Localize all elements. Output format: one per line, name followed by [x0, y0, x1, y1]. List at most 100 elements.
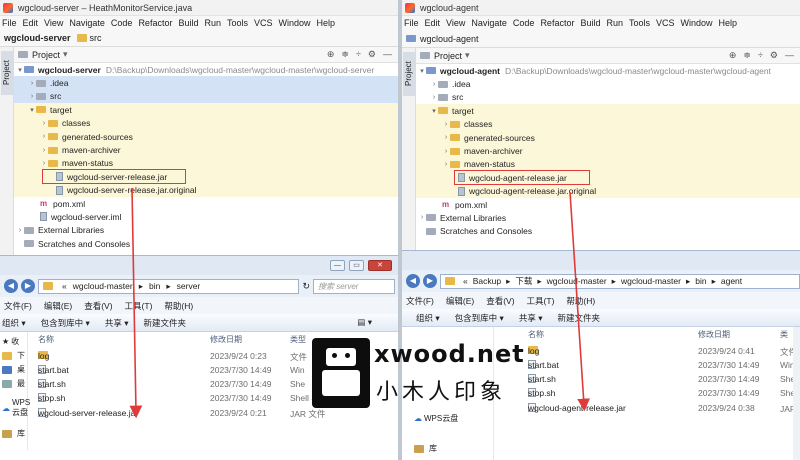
share-button[interactable]: 共享 ▾: [105, 317, 129, 329]
menu-run[interactable]: Run: [606, 18, 623, 28]
menu-file[interactable]: 文件(F): [4, 300, 32, 312]
file-row[interactable]: start.sh 2023/7/30 14:49 Shell: [524, 374, 800, 387]
menu-edit[interactable]: Edit: [23, 18, 39, 28]
tree-item-idea[interactable]: › .idea: [14, 76, 398, 90]
column-date[interactable]: 修改日期: [698, 329, 730, 340]
menu-help[interactable]: 帮助(H): [566, 295, 595, 307]
new-folder-button[interactable]: 新建文件夹: [557, 312, 600, 324]
menu-tools[interactable]: 工具(T): [527, 295, 555, 307]
file-row[interactable]: start.bat 2023/7/30 14:49 Wind: [524, 360, 800, 373]
chevron-right-icon[interactable]: ›: [442, 121, 450, 128]
tree-item-pom[interactable]: m pom.xml: [14, 197, 398, 210]
project-view-selector[interactable]: Project: [434, 51, 462, 61]
menu-refactor[interactable]: Refactor: [138, 18, 172, 28]
menu-view[interactable]: View: [44, 18, 63, 28]
menu-tools[interactable]: Tools: [227, 18, 248, 28]
menu-refactor[interactable]: Refactor: [540, 18, 574, 28]
chevron-right-icon[interactable]: ›: [430, 94, 438, 101]
chevron-down-icon[interactable]: ▾: [465, 50, 470, 61]
menu-view[interactable]: View: [446, 18, 465, 28]
tree-item-classes[interactable]: › classes: [14, 116, 398, 130]
menu-tools[interactable]: Tools: [629, 18, 650, 28]
chevron-down-icon[interactable]: ▾: [430, 107, 438, 115]
organize-button[interactable]: 组织 ▾: [416, 312, 440, 324]
column-type[interactable]: 类: [780, 329, 788, 340]
column-name[interactable]: 名称: [528, 329, 544, 340]
locate-icon[interactable]: ⊕: [327, 49, 335, 60]
menu-run[interactable]: Run: [204, 18, 221, 28]
tree-item-release-jar[interactable]: wgcloud-server-release.jar: [14, 170, 398, 184]
project-side-tab[interactable]: Project: [1, 51, 13, 95]
chevron-right-icon[interactable]: ›: [40, 120, 48, 127]
chevron-down-icon[interactable]: ▾: [418, 67, 426, 75]
chevron-down-icon[interactable]: ▾: [63, 49, 68, 60]
column-name[interactable]: 名称: [38, 334, 54, 345]
file-row[interactable]: log 2023/9/24 0:41 文件: [524, 346, 800, 359]
chevron-right-icon[interactable]: ›: [442, 148, 450, 155]
tree-item-maven-archiver[interactable]: › maven-archiver: [416, 144, 800, 158]
chevron-right-icon[interactable]: ›: [430, 81, 438, 88]
tree-item-pom[interactable]: m pom.xml: [416, 198, 800, 211]
tree-item-maven-archiver[interactable]: › maven-archiver: [14, 143, 398, 157]
tree-item-release-jar[interactable]: wgcloud-agent-release.jar: [416, 171, 800, 185]
chevron-right-icon[interactable]: ›: [16, 227, 24, 234]
gear-icon[interactable]: ⚙: [770, 50, 778, 61]
chevron-down-icon[interactable]: ▾: [16, 66, 24, 74]
nav-downloads[interactable]: 下: [2, 350, 25, 361]
column-type[interactable]: 类型: [290, 334, 306, 345]
organize-button[interactable]: 组织 ▾: [2, 317, 26, 329]
address-segment[interactable]: bin: [695, 276, 706, 286]
menu-vcs[interactable]: VCS: [656, 18, 675, 28]
chevron-right-icon[interactable]: ›: [40, 147, 48, 154]
tree-item-external-libraries[interactable]: › External Libraries: [416, 211, 800, 224]
tree-item-project-root[interactable]: ▾ wgcloud-server D:\Backup\Downloads\wgc…: [14, 63, 398, 76]
expand-icon[interactable]: ÷: [758, 50, 763, 61]
file-row[interactable]: log 2023/9/24 0:23 文件: [34, 351, 398, 364]
locate-icon[interactable]: ⊕: [729, 50, 737, 61]
menu-edit[interactable]: Edit: [425, 18, 441, 28]
vertical-scrollbar[interactable]: [793, 327, 800, 460]
address-input[interactable]: « wgcloud-master ▸ bin ▸ server: [38, 278, 300, 294]
file-row[interactable]: wgcloud-server-release.jar 2023/9/24 0:2…: [34, 408, 398, 421]
chevron-right-icon[interactable]: ›: [442, 134, 450, 141]
tree-item-src[interactable]: › src: [416, 91, 800, 104]
chevron-right-icon[interactable]: ›: [40, 160, 48, 167]
menu-build[interactable]: Build: [580, 18, 600, 28]
tree-item-maven-status[interactable]: › maven-status: [416, 157, 800, 172]
menu-navigate[interactable]: Navigate: [471, 18, 507, 28]
project-side-tab[interactable]: Project: [403, 52, 415, 96]
tree-item-maven-status[interactable]: › maven-status: [14, 156, 398, 171]
nav-wps-cloud[interactable]: ☁ WPS云盘: [414, 413, 458, 424]
column-date[interactable]: 修改日期: [210, 334, 242, 345]
address-segment[interactable]: bin: [149, 281, 160, 291]
chevron-right-icon[interactable]: ›: [418, 214, 426, 221]
chevron-down-icon[interactable]: ▾: [28, 106, 36, 114]
gear-icon[interactable]: ⚙: [368, 49, 376, 60]
menu-build[interactable]: Build: [178, 18, 198, 28]
chevron-right-icon[interactable]: ›: [28, 80, 36, 87]
menu-window[interactable]: Window: [279, 18, 311, 28]
include-library-button[interactable]: 包含到库中 ▾: [41, 317, 90, 329]
menu-file[interactable]: File: [404, 18, 419, 28]
address-segment[interactable]: wgcloud-master: [547, 276, 607, 286]
address-input[interactable]: « Backup ▸ 下载 ▸ wgcloud-master ▸ wgcloud…: [440, 273, 800, 289]
menu-help[interactable]: Help: [719, 18, 738, 28]
chevron-right-icon[interactable]: ›: [40, 133, 48, 140]
menu-help[interactable]: 帮助(H): [164, 300, 193, 312]
address-segment[interactable]: wgcloud-master: [621, 276, 681, 286]
menu-help[interactable]: Help: [317, 18, 336, 28]
search-input[interactable]: 搜索 server: [313, 278, 395, 294]
nav-recent[interactable]: 最: [2, 378, 25, 389]
close-button[interactable]: ✕: [368, 260, 392, 271]
nav-desktop[interactable]: 桌: [2, 364, 25, 375]
back-icon[interactable]: ◀: [406, 274, 420, 288]
tree-item-classes[interactable]: › classes: [416, 117, 800, 131]
tree-item-generated-sources[interactable]: › generated-sources: [416, 130, 800, 145]
address-segment[interactable]: wgcloud-master: [73, 281, 133, 291]
project-view-selector[interactable]: Project: [32, 50, 60, 60]
collapse-icon[interactable]: ≑: [341, 49, 349, 60]
address-segment[interactable]: server: [177, 281, 201, 291]
tree-item-release-jar-original[interactable]: wgcloud-server-release.jar.original: [14, 183, 398, 197]
collapse-icon[interactable]: ≑: [743, 50, 751, 61]
menu-file[interactable]: 文件(F): [406, 295, 434, 307]
